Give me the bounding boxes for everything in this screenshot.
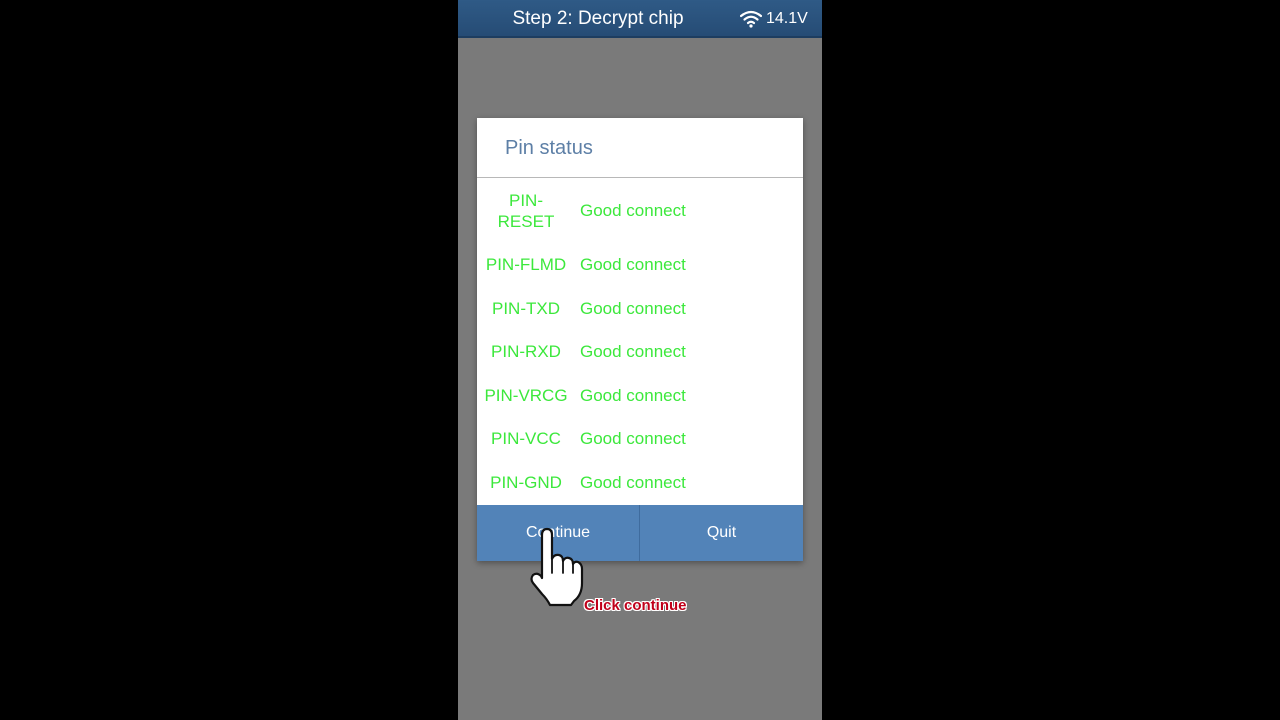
pin-row-reset: PIN- RESET Good connect xyxy=(477,190,803,232)
pin-row-vcc: PIN-VCC Good connect xyxy=(477,428,803,449)
pin-status: Good connect xyxy=(580,255,686,274)
quit-button[interactable]: Quit xyxy=(640,505,803,561)
dialog-title: Pin status xyxy=(505,137,593,159)
pin-name: PIN- RESET xyxy=(477,190,575,232)
pin-status: Good connect xyxy=(580,299,686,318)
pin-status: Good connect xyxy=(580,473,686,492)
pin-row-flmd: PIN-FLMD Good connect xyxy=(477,254,803,275)
pin-name-line2: RESET xyxy=(497,212,555,231)
pin-status: Good connect xyxy=(580,201,686,220)
pin-row-vrcg: PIN-VRCG Good connect xyxy=(477,385,803,406)
pin-row-txd: PIN-TXD Good connect xyxy=(477,298,803,319)
instruction-caption: Click continue xyxy=(584,597,687,614)
pin-status-dialog: Pin status PIN- RESET Good connect PIN-F… xyxy=(477,118,803,561)
pin-status: Good connect xyxy=(580,429,686,448)
phone-screen: Step 2: Decrypt chip 14.1V Pin status PI… xyxy=(458,0,822,720)
pin-status: Good connect xyxy=(580,342,686,361)
dialog-header: Pin status xyxy=(477,118,803,178)
pin-name-line1: PIN- xyxy=(509,191,543,210)
pin-name: PIN-GND xyxy=(490,473,562,492)
wifi-icon xyxy=(740,10,762,28)
page-title: Step 2: Decrypt chip xyxy=(512,8,684,29)
hand-pointer-icon xyxy=(530,527,584,607)
pin-name: PIN-VCC xyxy=(491,429,561,448)
top-bar: Step 2: Decrypt chip 14.1V xyxy=(458,0,822,38)
pin-name: PIN-RXD xyxy=(491,342,561,361)
pin-status: Good connect xyxy=(580,386,686,405)
pin-row-gnd: PIN-GND Good connect xyxy=(477,472,803,493)
pin-name: PIN-FLMD xyxy=(485,255,567,274)
voltage-readout: 14.1V xyxy=(766,10,808,27)
pin-name: PIN-TXD xyxy=(492,299,560,318)
pin-row-rxd: PIN-RXD Good connect xyxy=(477,341,803,362)
pin-name: PIN-VRCG xyxy=(484,386,568,405)
